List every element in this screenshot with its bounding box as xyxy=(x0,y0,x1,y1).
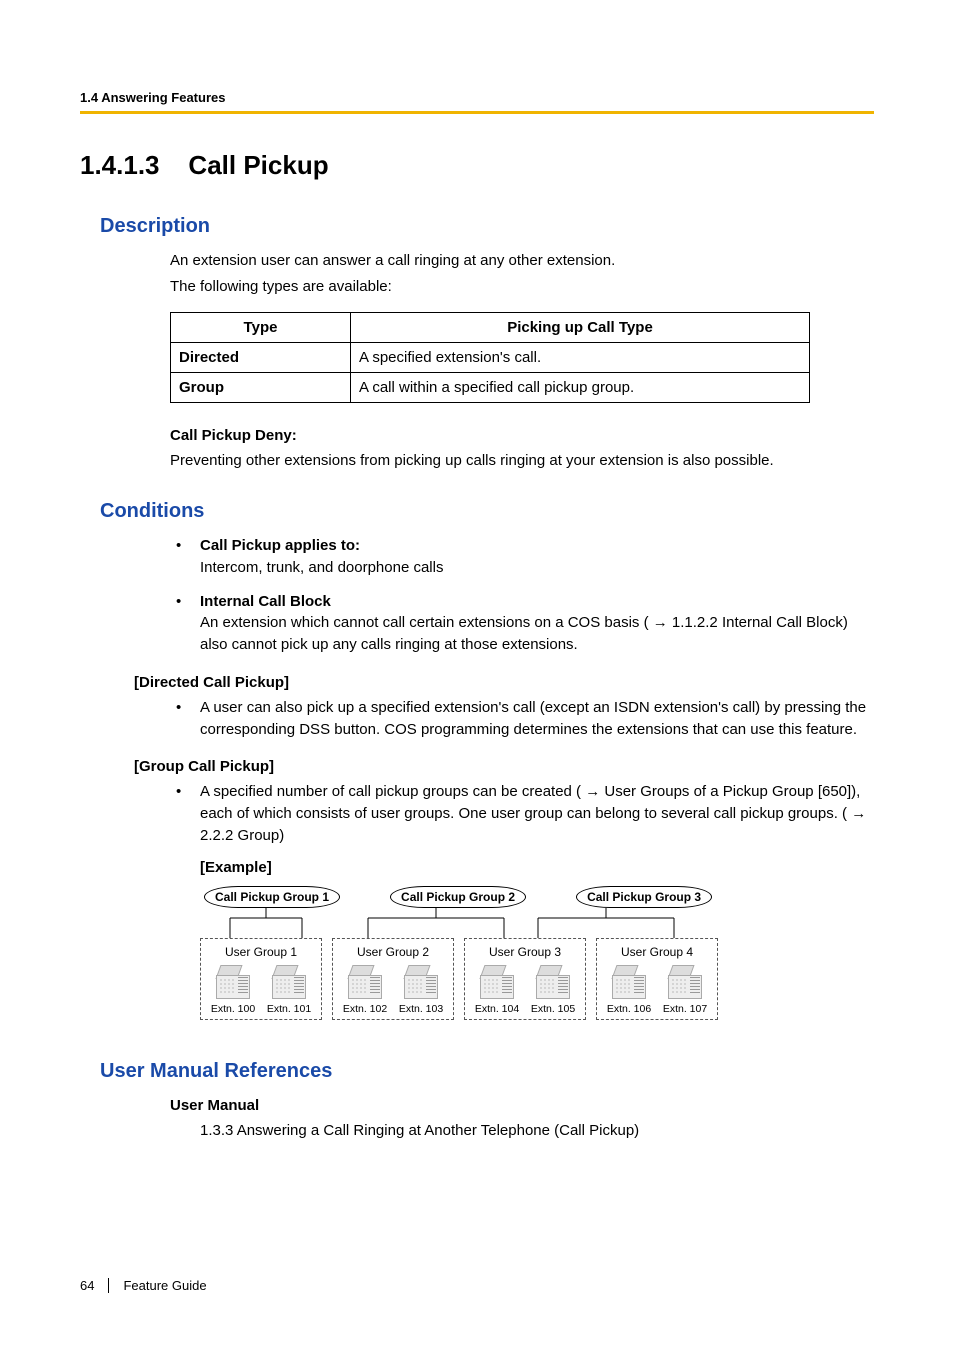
section-number: 1.4.1.3 xyxy=(80,150,160,180)
cond-text: An extension which cannot call certain e… xyxy=(200,614,848,653)
example-label: [Example] xyxy=(200,859,874,876)
group-heading: [Group Call Pickup] xyxy=(134,758,874,775)
diagram: Call Pickup Group 1 Call Pickup Group 2 … xyxy=(200,886,740,1020)
cond-title: Call Pickup applies to: xyxy=(200,537,360,554)
desc-line1: An extension user can answer a call ring… xyxy=(170,250,874,272)
page-footer: 64 Feature Guide xyxy=(80,1278,207,1293)
cell-desc: A specified extension's call. xyxy=(351,342,810,372)
ext-label: Extn. 101 xyxy=(267,1003,311,1015)
section-name: Call Pickup xyxy=(188,150,328,180)
ext-label: Extn. 103 xyxy=(399,1003,443,1015)
ext-label: Extn. 105 xyxy=(531,1003,575,1015)
user-group-title: User Group 3 xyxy=(469,945,581,959)
group-text: A specified number of call pickup groups… xyxy=(200,783,866,844)
phone-icon xyxy=(348,965,382,999)
cell-type: Group xyxy=(171,372,351,402)
ext-label: Extn. 102 xyxy=(343,1003,387,1015)
conditions-heading: Conditions xyxy=(100,500,874,523)
cell-type: Directed xyxy=(171,342,351,372)
desc-line2: The following types are available: xyxy=(170,276,874,298)
references-body: User Manual 1.3.3 Answering a Call Ringi… xyxy=(170,1095,874,1143)
list-item: Call Pickup applies to: Intercom, trunk,… xyxy=(170,535,874,579)
type-table: Type Picking up Call Type Directed A spe… xyxy=(170,312,810,403)
phone-icon xyxy=(272,965,306,999)
th-type: Type xyxy=(171,312,351,342)
phone-icon xyxy=(668,965,702,999)
table-row: Group A call within a specified call pic… xyxy=(171,372,810,402)
user-group: User Group 4 Extn. 106 Extn. 107 xyxy=(596,938,718,1020)
deny-text: Preventing other extensions from picking… xyxy=(170,450,874,472)
pickup-group-label: Call Pickup Group 3 xyxy=(576,886,712,908)
references-heading: User Manual References xyxy=(100,1060,874,1083)
footer-label: Feature Guide xyxy=(123,1278,206,1293)
list-item: A specified number of call pickup groups… xyxy=(170,781,874,846)
um-title: User Manual xyxy=(170,1095,874,1117)
description-heading: Description xyxy=(100,215,874,238)
description-body: An extension user can answer a call ring… xyxy=(170,250,874,298)
section-title: 1.4.1.3 Call Pickup xyxy=(80,150,874,181)
breadcrumb: 1.4 Answering Features xyxy=(80,90,225,105)
ext-label: Extn. 107 xyxy=(663,1003,707,1015)
pickup-group-label: Call Pickup Group 2 xyxy=(390,886,526,908)
th-picking: Picking up Call Type xyxy=(351,312,810,342)
user-group-title: User Group 2 xyxy=(337,945,449,959)
user-group: User Group 1 Extn. 100 Extn. 101 xyxy=(200,938,322,1020)
user-group: User Group 3 Extn. 104 Extn. 105 xyxy=(464,938,586,1020)
user-group-title: User Group 1 xyxy=(205,945,317,959)
deny-block: Call Pickup Deny: Preventing other exten… xyxy=(170,425,874,473)
table-row: Directed A specified extension's call. xyxy=(171,342,810,372)
group-list: A specified number of call pickup groups… xyxy=(170,781,874,846)
ext-label: Extn. 106 xyxy=(607,1003,651,1015)
page-number: 64 xyxy=(80,1278,109,1293)
cell-desc: A call within a specified call pickup gr… xyxy=(351,372,810,402)
user-group-title: User Group 4 xyxy=(601,945,713,959)
phone-icon xyxy=(480,965,514,999)
list-item: A user can also pick up a specified exte… xyxy=(170,697,874,741)
user-group: User Group 2 Extn. 102 Extn. 103 xyxy=(332,938,454,1020)
page-header: 1.4 Answering Features xyxy=(80,90,874,114)
phone-icon xyxy=(536,965,570,999)
phone-icon xyxy=(612,965,646,999)
directed-text: A user can also pick up a specified exte… xyxy=(200,699,866,738)
directed-list: A user can also pick up a specified exte… xyxy=(170,697,874,741)
cond-text: Intercom, trunk, and doorphone calls xyxy=(200,559,443,576)
cond-title: Internal Call Block xyxy=(200,593,331,610)
list-item: Internal Call Block An extension which c… xyxy=(170,591,874,656)
deny-title: Call Pickup Deny: xyxy=(170,425,874,447)
phone-icon xyxy=(404,965,438,999)
conditions-list: Call Pickup applies to: Intercom, trunk,… xyxy=(170,535,874,656)
directed-heading: [Directed Call Pickup] xyxy=(134,674,874,691)
pickup-group-label: Call Pickup Group 1 xyxy=(204,886,340,908)
um-item: 1.3.3 Answering a Call Ringing at Anothe… xyxy=(200,1120,874,1142)
phone-icon xyxy=(216,965,250,999)
ext-label: Extn. 104 xyxy=(475,1003,519,1015)
ext-label: Extn. 100 xyxy=(211,1003,255,1015)
